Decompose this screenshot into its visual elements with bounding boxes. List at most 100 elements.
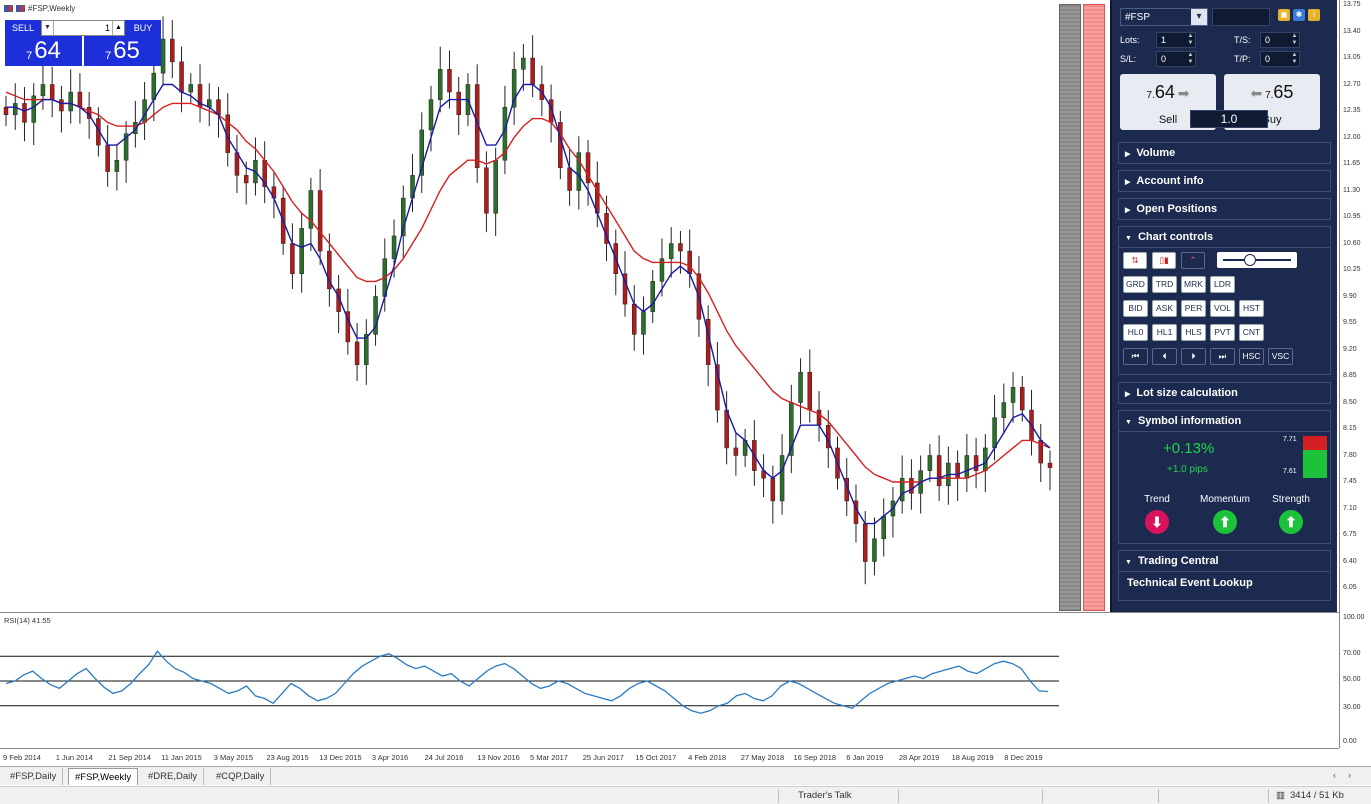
chevron-down-icon[interactable]: ▾ xyxy=(1191,9,1207,25)
info-icon[interactable]: i xyxy=(1308,9,1320,21)
slider-track xyxy=(1223,259,1291,261)
section-lot-size-calc[interactable]: ▶ Lot size calculation xyxy=(1118,382,1331,404)
candle-body xyxy=(521,57,526,70)
candle-body xyxy=(992,417,997,449)
slider-knob[interactable] xyxy=(1244,254,1256,266)
candle-body xyxy=(631,303,637,335)
chart-title: #FSP,Weekly xyxy=(4,4,75,13)
chart-control-hsc-button[interactable]: HSC xyxy=(1239,348,1264,365)
lots-input[interactable]: ▼ 1 ▲ xyxy=(41,20,125,36)
stepper-icon[interactable]: ▲ ▼ xyxy=(1186,33,1195,47)
trading-app: #FSP,Weekly SELL ▼ 1 ▲ BUY 7 64 7 65 #FS… xyxy=(0,0,1371,804)
candle-body xyxy=(973,455,979,471)
stepper-icon[interactable]: ▲ ▼ xyxy=(1186,52,1195,66)
time-tick: 27 May 2018 xyxy=(740,753,785,762)
section-open-positions-label: Open Positions xyxy=(1136,203,1218,215)
bar-chart-icon[interactable]: ⇅ xyxy=(1123,252,1147,269)
stepper-icon[interactable]: ▲ ▼ xyxy=(1290,52,1299,66)
copy-icon[interactable]: ▣ xyxy=(1278,9,1290,21)
candle-body xyxy=(770,477,776,502)
rsi-tick: 100.00 xyxy=(1343,614,1365,621)
section-symbol-info-label: Symbol information xyxy=(1137,415,1242,427)
chevron-down-icon[interactable]: ▼ xyxy=(42,21,54,35)
chart-control-hl0-button[interactable]: HL0 xyxy=(1123,324,1148,341)
chart-control--button[interactable]: ⏭ xyxy=(1210,348,1235,365)
chart-control--button[interactable]: ⏴ xyxy=(1152,348,1177,365)
candle-body xyxy=(40,84,46,97)
chart-tab[interactable]: #FSP,Weekly xyxy=(68,768,139,785)
buy-price-small: 7 xyxy=(105,50,112,62)
time-tick: 4 Feb 2018 xyxy=(688,753,727,762)
time-tick: 6 Jan 2019 xyxy=(846,753,884,762)
chart-control--button[interactable]: ⏵ xyxy=(1181,348,1206,365)
sl-field[interactable]: 0 ▲ ▼ xyxy=(1156,51,1196,67)
chart-control-trd-button[interactable]: TRD xyxy=(1152,276,1177,293)
chart-tab-bar: #FSP,Daily #FSP,Weekly #DRE,Daily #CQP,Dail… xyxy=(0,766,1371,785)
candle-body xyxy=(909,477,914,494)
panel-buy-price-big: 65 xyxy=(1273,82,1294,102)
symbol-search-input[interactable] xyxy=(1212,8,1270,26)
chart-control-pvt-button[interactable]: PVT xyxy=(1210,324,1235,341)
price-tick: 7.10 xyxy=(1343,504,1357,512)
section-account-info[interactable]: ▶ Account info xyxy=(1118,170,1331,192)
time-tick: 23 Aug 2015 xyxy=(266,753,309,762)
range-bar-green xyxy=(1303,450,1327,478)
section-open-positions[interactable]: ▶ Open Positions xyxy=(1118,198,1331,220)
caret-down-icon: ▼ xyxy=(1125,419,1132,426)
status-bar: Trader's Talk ▥ 3414 / 51 Kb xyxy=(0,786,1371,804)
symbol-flag-icon xyxy=(16,5,25,12)
lots-value: 1 xyxy=(104,23,110,33)
lot-size-input[interactable]: 1.0 xyxy=(1190,110,1268,128)
ts-field[interactable]: 0 ▲ ▼ xyxy=(1260,32,1300,48)
candle-body xyxy=(798,371,803,403)
sell-price-button[interactable]: 7 64 xyxy=(5,36,82,66)
rsi-tick: 0.00 xyxy=(1343,738,1357,745)
section-volume[interactable]: ▶ Volume xyxy=(1118,142,1331,164)
section-symbol-info[interactable]: ▼ Symbol information xyxy=(1118,410,1331,432)
traders-talk-label[interactable]: Trader's Talk xyxy=(798,790,852,801)
chart-tab[interactable]: #CQP,Daily xyxy=(210,768,272,785)
line-chart-icon[interactable]: ⌃ xyxy=(1181,252,1205,269)
chart-control-ldr-button[interactable]: LDR xyxy=(1210,276,1235,293)
caret-right-icon: ▶ xyxy=(1125,207,1131,214)
chart-control-grd-button[interactable]: GRD xyxy=(1123,276,1148,293)
arrow-up-icon: ⬆ xyxy=(1213,510,1237,534)
chart-control-hst-button[interactable]: HST xyxy=(1239,300,1264,317)
chart-control-vsc-button[interactable]: VSC xyxy=(1268,348,1293,365)
price-tick: 9.90 xyxy=(1343,292,1357,300)
chart-control-per-button[interactable]: PER xyxy=(1181,300,1206,317)
chart-controls-body: ⇅ ▯▮ ⌃ GRD TRD MRK LDR BID ASK PER VOL HST HL0 HL1… xyxy=(1118,247,1331,375)
sell-button[interactable]: SELL xyxy=(5,20,41,36)
candle-body xyxy=(179,61,184,93)
chart-control--button[interactable]: ⏮ xyxy=(1123,348,1148,365)
range-high: 7.71 xyxy=(1283,436,1297,443)
section-trading-central[interactable]: ▼ Trading Central xyxy=(1118,550,1331,572)
candle-body xyxy=(243,175,249,184)
candle-body xyxy=(391,235,397,259)
chart-control-vol-button[interactable]: VOL xyxy=(1210,300,1235,317)
chart-tab[interactable]: #FSP,Daily xyxy=(4,768,64,785)
chart-tab[interactable]: #DRE,Daily xyxy=(142,768,205,785)
candle-body xyxy=(456,91,461,116)
tab-scroll-arrows-icon[interactable]: ‹› xyxy=(1333,770,1363,780)
buy-button[interactable]: BUY xyxy=(125,20,161,36)
candle-body xyxy=(49,84,55,100)
candle-body xyxy=(299,228,304,275)
chart-control-ask-button[interactable]: ASK xyxy=(1152,300,1177,317)
zoom-slider[interactable] xyxy=(1217,252,1297,268)
section-chart-controls[interactable]: ▼ Chart controls xyxy=(1118,226,1331,248)
candlestick-icon[interactable]: ▯▮ xyxy=(1152,252,1176,269)
chart-control-cnt-button[interactable]: CNT xyxy=(1239,324,1264,341)
technical-event-lookup-link[interactable]: Technical Event Lookup xyxy=(1118,571,1331,601)
symbol-select[interactable]: #FSP ▾ xyxy=(1120,8,1208,26)
chart-control-mrk-button[interactable]: MRK xyxy=(1181,276,1206,293)
chevron-up-icon[interactable]: ▲ xyxy=(112,21,124,35)
gear-icon[interactable]: ✱ xyxy=(1293,9,1305,21)
stepper-icon[interactable]: ▲ ▼ xyxy=(1290,33,1299,47)
chart-control-hls-button[interactable]: HLS xyxy=(1181,324,1206,341)
chart-control-bid-button[interactable]: BID xyxy=(1123,300,1148,317)
tp-field[interactable]: 0 ▲ ▼ xyxy=(1260,51,1300,67)
chart-control-hl1-button[interactable]: HL1 xyxy=(1152,324,1177,341)
lots-field[interactable]: 1 ▲ ▼ xyxy=(1156,32,1196,48)
buy-price-button[interactable]: 7 65 xyxy=(84,36,161,66)
